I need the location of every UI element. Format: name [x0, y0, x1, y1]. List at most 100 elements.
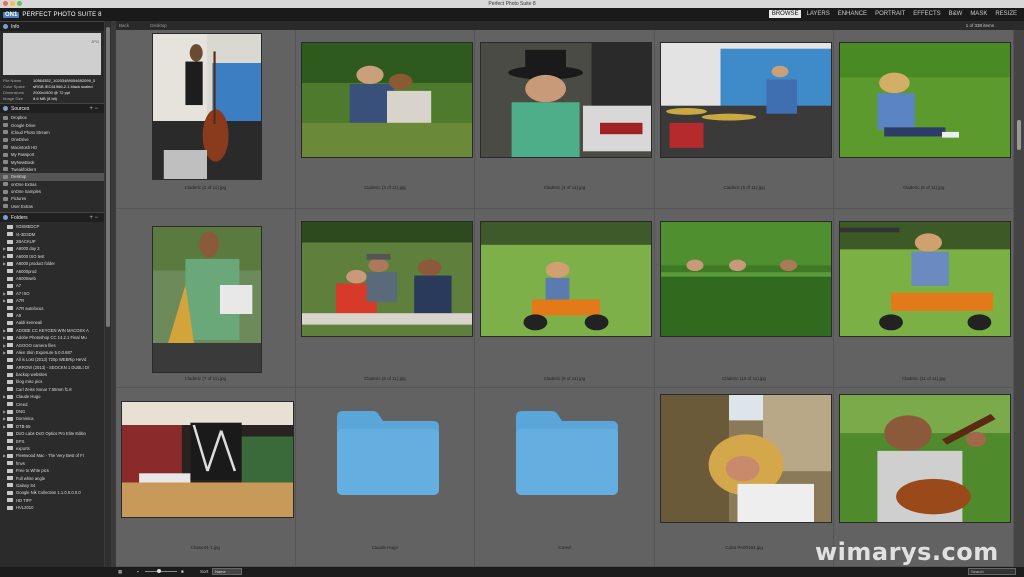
photo-cell[interactable]: Claderic (9 of 11).jpg	[475, 209, 655, 388]
search-input[interactable]: Search	[968, 568, 1016, 575]
current-path[interactable]: Desktop	[150, 23, 167, 28]
source-item[interactable]: Desktop	[0, 173, 104, 181]
photo-thumbnail[interactable]	[839, 42, 1012, 158]
thumbnail-size-slider[interactable]	[145, 569, 177, 573]
source-item[interactable]: onOne Samples	[0, 188, 104, 195]
source-item[interactable]: onOne Extras	[0, 181, 104, 188]
photo-thumbnail[interactable]	[152, 226, 262, 373]
folder-item[interactable]: Creed	[0, 400, 104, 407]
tab-enhance[interactable]: ENHANCE	[835, 10, 870, 18]
folder-item[interactable]: ▶ ADOBE CC KEYGEN WIN MACOSX A	[0, 327, 104, 334]
sort-select[interactable]: Name	[212, 568, 242, 575]
photo-cell[interactable]: Cuba PA00184.jpg	[654, 388, 835, 567]
photo-thumbnail[interactable]	[659, 221, 832, 337]
photo-cell[interactable]: Claderic (8 of 11).jpg	[295, 209, 476, 388]
folder-item[interactable]: ▶ DNG	[0, 408, 104, 415]
photo-cell[interactable]: Claderic (7 of 11).jpg	[116, 209, 296, 388]
thumb-size-small-icon[interactable]: ▪	[137, 569, 139, 574]
folder-item[interactable]: Aaldi kenneali	[0, 319, 104, 326]
folder-item[interactable]: HD TIFF	[0, 497, 104, 504]
source-item[interactable]: User Extras	[0, 203, 104, 210]
info-panel-header[interactable]: Info	[0, 21, 104, 31]
photo-thumbnail[interactable]	[300, 42, 473, 158]
folder-item[interactable]: Free to Whte pics	[0, 467, 104, 474]
tab-effects[interactable]: EFFECTS	[910, 10, 943, 18]
photo-thumbnail[interactable]	[480, 221, 653, 337]
tab-mask[interactable]: MASK	[967, 10, 990, 18]
folder-item[interactable]: Carl Zeiss Sonar 7.55mm f1.8	[0, 386, 104, 393]
source-item[interactable]: Dropbox	[0, 114, 104, 121]
folder-item[interactable]: ▶ Alien Skin Exposure 5.0.0.687	[0, 349, 104, 356]
folder-item[interactable]: A6000prod	[0, 267, 104, 274]
sidebar-scroll-thumb[interactable]	[106, 27, 110, 327]
photo-thumbnail[interactable]	[300, 221, 473, 337]
folder-item[interactable]: ▶ Claude Hugo	[0, 393, 104, 400]
folder-icon[interactable]	[510, 407, 623, 496]
source-item[interactable]: Pictures	[0, 195, 104, 202]
source-item[interactable]: Google Drive	[0, 121, 104, 128]
folder-item[interactable]: ▶ A7R	[0, 297, 104, 304]
source-item[interactable]: Tweakfolder4	[0, 166, 104, 173]
grid-scroll-thumb[interactable]	[1017, 120, 1021, 150]
folder-cell[interactable]: Claude Hugo	[295, 388, 476, 567]
source-item[interactable]: My Passport	[0, 151, 104, 158]
photo-cell[interactable]: Claderic (5 of 11).jpg	[654, 30, 835, 209]
back-button[interactable]: Back	[119, 23, 129, 28]
folders-panel-header[interactable]: Folders + −	[0, 212, 104, 223]
folder-item[interactable]: Full white angle	[0, 474, 104, 481]
photo-cell[interactable]: Chase44-1.jpg	[116, 388, 296, 567]
add-remove-folder-buttons[interactable]: + −	[89, 215, 98, 221]
photo-thumbnail[interactable]	[839, 221, 1012, 337]
folder-item[interactable]: All is Lost (2013) 720p WEBRip HeVd	[0, 356, 104, 363]
folder-cell[interactable]: Creed	[475, 388, 655, 567]
tab-bw[interactable]: B&W	[946, 10, 966, 18]
sidebar-scrollbar[interactable]	[105, 21, 111, 569]
grid-view-icon[interactable]: ▦	[118, 569, 122, 575]
folder-item[interactable]: A7	[0, 282, 104, 289]
folder-item[interactable]: Galaxy S4	[0, 482, 104, 489]
photo-thumbnail[interactable]	[121, 401, 294, 518]
tab-portrait[interactable]: PORTRAIT	[872, 10, 908, 18]
folder-item[interactable]: DxO Labs DxO Optics Pro Elite Editio	[0, 430, 104, 437]
tab-browse[interactable]: BROWSE	[768, 10, 802, 18]
folder-icon[interactable]	[331, 407, 444, 496]
folder-item[interactable]: ▶ A6000 day 3	[0, 245, 104, 252]
folder-item[interactable]: ▶ A6000 ISO test	[0, 253, 104, 260]
folder-item[interactable]: !4-3D3DM	[0, 230, 104, 237]
folder-item[interactable]: blog misc pics	[0, 378, 104, 385]
folder-item[interactable]: ARROW (2013) - SEOCKN 1 DUBLI Dr	[0, 364, 104, 371]
folder-item[interactable]: !!DSMEDCP	[0, 223, 104, 230]
source-item[interactable]: OneDrive	[0, 136, 104, 143]
grid-scrollbar[interactable]	[1014, 30, 1024, 567]
folder-item[interactable]: A7R autofocus	[0, 304, 104, 311]
thumb-size-large-icon[interactable]: ■	[181, 569, 184, 574]
photo-cell[interactable]: Claderic (6 of 11).jpg	[834, 30, 1014, 209]
folder-item[interactable]: fmvs	[0, 460, 104, 467]
folder-item[interactable]: Google Nik Collection 1.1.0.0.0.0.0	[0, 489, 104, 496]
photo-thumbnail[interactable]	[659, 394, 832, 523]
source-item[interactable]: iCloud Photo Stream	[0, 129, 104, 136]
source-item[interactable]: Macintosh HD	[0, 144, 104, 151]
photo-cell[interactable]: Claderic (4 of 11).jpg	[475, 30, 655, 209]
folder-item[interactable]: ▶ AGOOO camera files	[0, 341, 104, 348]
folder-item[interactable]: backup websites	[0, 371, 104, 378]
photo-thumbnail[interactable]	[480, 42, 653, 158]
folder-item[interactable]: exports	[0, 445, 104, 452]
photo-thumbnail[interactable]	[152, 33, 262, 180]
photo-thumbnail[interactable]	[839, 394, 1012, 523]
folder-item[interactable]: ▶ Dominica	[0, 415, 104, 422]
folder-item[interactable]: 2BACKUP	[0, 238, 104, 245]
photo-cell[interactable]: Claderic (10 of 11).jpg	[654, 209, 835, 388]
folder-item[interactable]: ▶ Fleetwood Mac - The Very Best of Fl	[0, 452, 104, 459]
folder-item[interactable]: A9	[0, 312, 104, 319]
sources-panel-header[interactable]: Sources + −	[0, 103, 104, 113]
folder-item[interactable]: ▶ A7 ISO	[0, 290, 104, 297]
add-remove-source-buttons[interactable]: + −	[89, 106, 98, 112]
folder-item[interactable]: ▶ Adobe Photoshop CC 14.2.1 Final Mu	[0, 334, 104, 341]
folder-item[interactable]: EPS	[0, 437, 104, 444]
folder-item[interactable]: ▶ DTB-55	[0, 423, 104, 430]
tab-resize[interactable]: RESIZE	[992, 10, 1020, 18]
folder-item[interactable]: A6000web	[0, 275, 104, 282]
slider-knob[interactable]	[157, 569, 161, 573]
folder-item[interactable]: HVL2010	[0, 504, 104, 511]
